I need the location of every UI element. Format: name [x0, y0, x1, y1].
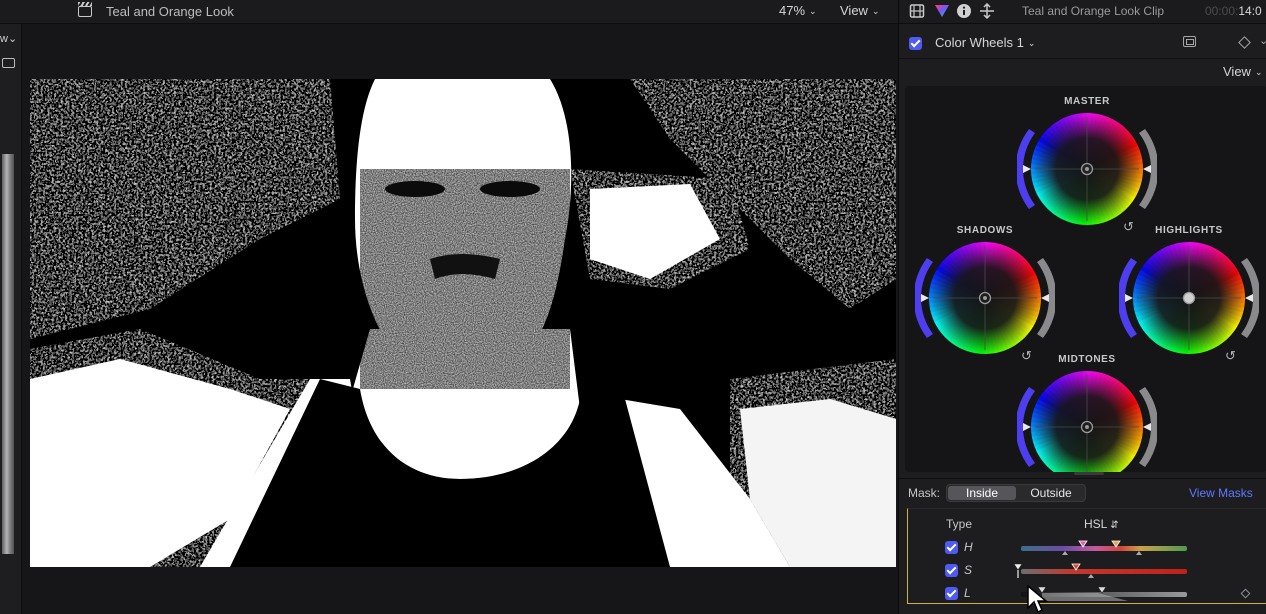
panel-resize-grip[interactable]	[1074, 472, 1104, 475]
effect-name-dropdown[interactable]: Color Wheels 1 ⌄	[935, 35, 1035, 50]
share-icon[interactable]	[979, 3, 995, 19]
luma-row: L	[908, 584, 1266, 604]
timecode-value: 14:0	[1238, 4, 1262, 18]
master-reset-icon[interactable]: ↺	[1123, 219, 1134, 235]
wheel-puck-dot	[983, 296, 987, 300]
keyframe-icon[interactable]	[1240, 588, 1251, 599]
chevron-down-icon: ⌄	[1027, 38, 1036, 48]
viewer-view-dropdown[interactable]: View ⌄	[840, 3, 880, 18]
hue-row: H	[908, 538, 1266, 558]
inspector-panel: Teal and Orange Look Clip 00:00:14:0 Col…	[898, 0, 1266, 614]
wheel-arc-handle[interactable]	[1041, 294, 1049, 302]
type-dropdown[interactable]: HSL ⇵	[1084, 517, 1119, 531]
video-frame-mask-preview[interactable]	[30, 79, 896, 567]
viewer-toolbar: Teal and Orange Look 47% ⌄ View ⌄	[0, 0, 898, 24]
hue-enable-checkbox[interactable]	[945, 541, 958, 554]
mask-outside-option[interactable]: Outside	[1017, 486, 1085, 500]
monitor-icon[interactable]	[2, 58, 15, 68]
wheel-arc-handle[interactable]	[1143, 423, 1151, 431]
type-label: Type	[946, 517, 973, 531]
effect-header-row: Color Wheels 1 ⌄ ⌄	[899, 30, 1266, 56]
highlights-color-wheel[interactable]	[1119, 238, 1259, 358]
shadows-color-wheel[interactable]	[915, 238, 1055, 358]
mask-segmented-control: Inside Outside	[946, 484, 1086, 502]
wheel-arc-handle[interactable]	[1245, 294, 1253, 302]
wheel-puck[interactable]	[1182, 291, 1196, 305]
midtones-color-wheel[interactable]	[1017, 367, 1157, 472]
chevron-down-icon: ⌄	[809, 6, 817, 16]
effect-name-label: Color Wheels 1	[935, 35, 1024, 50]
timecode: 00:00:14:0	[1205, 4, 1262, 18]
color-wheels-area: MASTER SHADOWS HIGHLIGHTS MIDTONES ↺ ↺ ↺	[905, 86, 1266, 472]
luma-letter: L	[964, 586, 971, 600]
highlights-reset-icon[interactable]: ↺	[1225, 348, 1236, 364]
type-value: HSL	[1084, 517, 1107, 531]
project-title: Teal and Orange Look	[106, 4, 234, 19]
wheel-puck-dot	[1085, 167, 1089, 171]
viewer-view-label: View	[840, 3, 868, 18]
hue-range-handles[interactable]	[1058, 538, 1148, 558]
wheel-arc-handle[interactable]	[1023, 165, 1031, 173]
wheel-arc-handle[interactable]	[1023, 423, 1031, 431]
wheel-arc-handle[interactable]	[1143, 165, 1151, 173]
inspector-toolbar: Teal and Orange Look Clip 00:00:14:0	[899, 0, 1266, 24]
wheels-view-label: View	[1223, 64, 1251, 79]
timecode-dim: 00:00:	[1205, 4, 1239, 18]
info-icon[interactable]	[956, 3, 972, 19]
chevron-down-icon: ⌄	[871, 6, 880, 16]
master-color-wheel[interactable]	[1017, 109, 1157, 229]
film-icon[interactable]	[909, 3, 925, 19]
saturation-letter: S	[964, 563, 973, 577]
mask-row: Mask: Inside Outside View Masks	[899, 478, 1266, 506]
mask-preview-image	[30, 79, 896, 567]
viewer: Teal and Orange Look 47% ⌄ View ⌄ w⌄	[0, 0, 898, 614]
wheels-view-row: View ⌄	[899, 58, 1266, 84]
wheel-puck-dot	[1085, 425, 1089, 429]
left-edge-panel: w⌄	[0, 24, 22, 614]
wheel-arc-handle[interactable]	[921, 294, 929, 302]
chevron-down-icon[interactable]: ⌄	[1259, 34, 1266, 47]
keyframe-icon[interactable]	[1238, 36, 1251, 49]
zoom-dropdown[interactable]: 47% ⌄	[779, 3, 817, 18]
saturation-row: S	[908, 561, 1266, 581]
mouse-cursor-icon	[1027, 584, 1049, 614]
mask-label: Mask:	[908, 486, 941, 500]
chevron-down-icon: ⌄	[1254, 67, 1263, 77]
saturation-enable-checkbox[interactable]	[945, 564, 958, 577]
effect-enable-checkbox[interactable]	[909, 37, 922, 50]
clapperboard-icon	[77, 2, 92, 17]
shadows-reset-icon[interactable]: ↺	[1021, 348, 1032, 364]
hsl-mask-panel: Type HSL ⇵ H S L	[907, 508, 1266, 604]
hue-letter: H	[964, 540, 973, 554]
color-inspector-icon[interactable]	[934, 3, 950, 19]
clip-title: Teal and Orange Look Clip	[1022, 4, 1165, 18]
view-masks-link[interactable]: View Masks	[1189, 486, 1253, 500]
mask-inside-option[interactable]: Inside	[948, 486, 1016, 500]
zoom-value: 47%	[779, 3, 806, 18]
luma-enable-checkbox[interactable]	[945, 587, 958, 600]
filmstrip-thumbnail	[2, 154, 14, 554]
updown-chevron-icon: ⇵	[1110, 520, 1119, 531]
saturation-range-handles[interactable]	[1012, 561, 1102, 581]
master-wheel-label: MASTER	[1064, 96, 1110, 107]
chevron-down-icon[interactable]: w⌄	[0, 32, 17, 45]
wheel-arc-handle[interactable]	[1125, 294, 1133, 302]
wheels-view-dropdown[interactable]: View ⌄	[1223, 64, 1263, 79]
onscreen-controls-icon[interactable]	[1183, 36, 1196, 47]
